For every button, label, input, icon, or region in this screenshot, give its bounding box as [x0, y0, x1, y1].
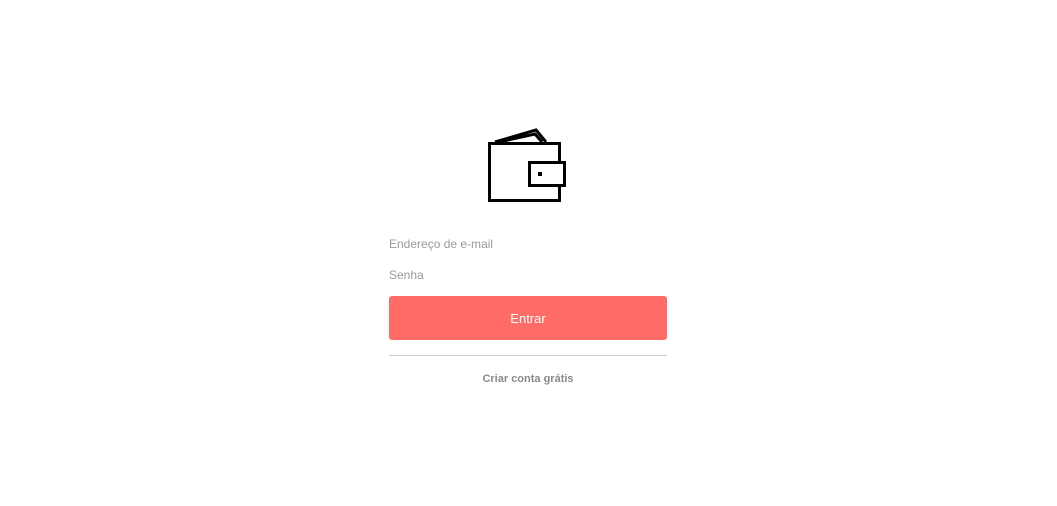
divider [389, 355, 667, 356]
wallet-icon [488, 126, 568, 206]
create-account-link[interactable]: Criar conta grátis [389, 373, 667, 385]
email-field[interactable] [389, 232, 667, 256]
login-button[interactable]: Entrar [389, 296, 667, 340]
password-field[interactable] [389, 263, 667, 287]
